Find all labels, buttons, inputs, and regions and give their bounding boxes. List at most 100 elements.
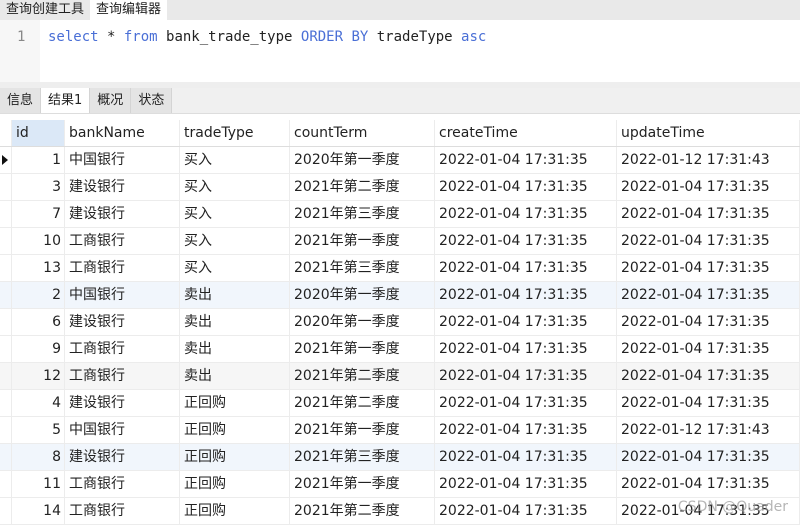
row-indicator[interactable] — [0, 363, 12, 389]
column-header-countTerm[interactable]: countTerm — [290, 120, 435, 146]
cell-tradeType[interactable]: 卖出 — [180, 309, 290, 335]
cell-createTime[interactable]: 2022-01-04 17:31:35 — [435, 255, 617, 281]
table-row[interactable]: 3 建设银行 买入 2021年第二季度 2022-01-04 17:31:35 2022-… — [0, 174, 800, 201]
cell-updateTime[interactable]: 2022-01-04 17:31:35 — [617, 282, 800, 308]
cell-createTime[interactable]: 2022-01-04 17:31:35 — [435, 174, 617, 200]
cell-updateTime[interactable]: 2022-01-04 17:31:35 — [617, 471, 800, 497]
cell-bankName[interactable]: 工商银行 — [65, 336, 180, 362]
cell-tradeType[interactable]: 买入 — [180, 228, 290, 254]
cell-updateTime[interactable]: 2022-01-12 17:31:43 — [617, 417, 800, 443]
table-row[interactable]: 5 中国银行 正回购 2021年第一季度 2022-01-04 17:31:35 2022… — [0, 417, 800, 444]
cell-countTerm[interactable]: 2021年第二季度 — [290, 390, 435, 416]
cell-bankName[interactable]: 建设银行 — [65, 444, 180, 470]
column-header-updateTime[interactable]: updateTime — [617, 120, 800, 146]
cell-bankName[interactable]: 建设银行 — [65, 174, 180, 200]
cell-id[interactable]: 12 — [12, 363, 65, 389]
cell-bankName[interactable]: 中国银行 — [65, 282, 180, 308]
cell-tradeType[interactable]: 正回购 — [180, 417, 290, 443]
cell-countTerm[interactable]: 2020年第一季度 — [290, 282, 435, 308]
column-header-createTime[interactable]: createTime — [435, 120, 617, 146]
cell-id[interactable]: 7 — [12, 201, 65, 227]
cell-createTime[interactable]: 2022-01-04 17:31:35 — [435, 309, 617, 335]
cell-tradeType[interactable]: 正回购 — [180, 498, 290, 524]
column-header-bankName[interactable]: bankName — [65, 120, 180, 146]
cell-countTerm[interactable]: 2021年第二季度 — [290, 363, 435, 389]
cell-countTerm[interactable]: 2021年第一季度 — [290, 471, 435, 497]
cell-bankName[interactable]: 工商银行 — [65, 498, 180, 524]
cell-bankName[interactable]: 工商银行 — [65, 255, 180, 281]
row-indicator[interactable] — [0, 174, 12, 200]
cell-countTerm[interactable]: 2021年第三季度 — [290, 201, 435, 227]
table-row[interactable]: 6 建设银行 卖出 2020年第一季度 2022-01-04 17:31:35 2022-… — [0, 309, 800, 336]
cell-createTime[interactable]: 2022-01-04 17:31:35 — [435, 417, 617, 443]
cell-id[interactable]: 13 — [12, 255, 65, 281]
cell-createTime[interactable]: 2022-01-04 17:31:35 — [435, 336, 617, 362]
cell-updateTime[interactable]: 2022-01-04 17:31:35 — [617, 174, 800, 200]
cell-createTime[interactable]: 2022-01-04 17:31:35 — [435, 444, 617, 470]
cell-countTerm[interactable]: 2021年第一季度 — [290, 417, 435, 443]
cell-countTerm[interactable]: 2020年第一季度 — [290, 147, 435, 173]
table-row[interactable]: 9 工商银行 卖出 2021年第一季度 2022-01-04 17:31:35 2022-… — [0, 336, 800, 363]
cell-updateTime[interactable]: 2022-01-04 17:31:35 — [617, 228, 800, 254]
row-indicator[interactable] — [0, 417, 12, 443]
cell-countTerm[interactable]: 2021年第三季度 — [290, 255, 435, 281]
cell-countTerm[interactable]: 2021年第二季度 — [290, 498, 435, 524]
cell-bankName[interactable]: 工商银行 — [65, 471, 180, 497]
cell-createTime[interactable]: 2022-01-04 17:31:35 — [435, 201, 617, 227]
cell-id[interactable]: 3 — [12, 174, 65, 200]
cell-updateTime[interactable]: 2022-01-04 17:31:35 — [617, 336, 800, 362]
table-row[interactable]: 4 建设银行 正回购 2021年第二季度 2022-01-04 17:31:35 2022… — [0, 390, 800, 417]
table-row[interactable]: 2 中国银行 卖出 2020年第一季度 2022-01-04 17:31:35 2022-… — [0, 282, 800, 309]
cell-bankName[interactable]: 建设银行 — [65, 390, 180, 416]
cell-createTime[interactable]: 2022-01-04 17:31:35 — [435, 282, 617, 308]
cell-updateTime[interactable]: 2022-01-12 17:31:43 — [617, 147, 800, 173]
row-indicator[interactable] — [0, 255, 12, 281]
cell-updateTime[interactable]: 2022-01-04 17:31:35 — [617, 201, 800, 227]
tab-query-builder[interactable]: 查询创建工具 — [0, 0, 90, 20]
cell-bankName[interactable]: 工商银行 — [65, 363, 180, 389]
cell-bankName[interactable]: 建设银行 — [65, 309, 180, 335]
cell-countTerm[interactable]: 2021年第二季度 — [290, 174, 435, 200]
tab-profile[interactable]: 概况 — [90, 88, 132, 113]
cell-id[interactable]: 2 — [12, 282, 65, 308]
row-indicator[interactable] — [0, 336, 12, 362]
cell-tradeType[interactable]: 正回购 — [180, 471, 290, 497]
column-header-id[interactable]: id — [12, 120, 65, 146]
cell-id[interactable]: 11 — [12, 471, 65, 497]
table-row[interactable]: 13 工商银行 买入 2021年第三季度 2022-01-04 17:31:35 2022… — [0, 255, 800, 282]
table-row[interactable]: 11 工商银行 正回购 2021年第一季度 2022-01-04 17:31:35 202… — [0, 471, 800, 498]
cell-countTerm[interactable]: 2021年第一季度 — [290, 336, 435, 362]
row-indicator[interactable] — [0, 390, 12, 416]
cell-id[interactable]: 9 — [12, 336, 65, 362]
cell-createTime[interactable]: 2022-01-04 17:31:35 — [435, 147, 617, 173]
cell-tradeType[interactable]: 买入 — [180, 255, 290, 281]
cell-id[interactable]: 4 — [12, 390, 65, 416]
row-indicator[interactable] — [0, 147, 12, 173]
table-row[interactable]: 10 工商银行 买入 2021年第一季度 2022-01-04 17:31:35 2022… — [0, 228, 800, 255]
cell-id[interactable]: 5 — [12, 417, 65, 443]
cell-createTime[interactable]: 2022-01-04 17:31:35 — [435, 363, 617, 389]
table-row[interactable]: 12 工商银行 卖出 2021年第二季度 2022-01-04 17:31:35 2022… — [0, 363, 800, 390]
cell-updateTime[interactable]: 2022-01-04 17:31:35 — [617, 255, 800, 281]
cell-id[interactable]: 1 — [12, 147, 65, 173]
cell-id[interactable]: 8 — [12, 444, 65, 470]
cell-tradeType[interactable]: 买入 — [180, 201, 290, 227]
row-indicator[interactable] — [0, 498, 12, 524]
cell-updateTime[interactable]: 2022-01-04 17:31:35 — [617, 444, 800, 470]
column-header-tradeType[interactable]: tradeType — [180, 120, 290, 146]
cell-countTerm[interactable]: 2021年第一季度 — [290, 228, 435, 254]
sql-code[interactable]: select * from bank_trade_type ORDER BY t… — [48, 29, 486, 45]
cell-createTime[interactable]: 2022-01-04 17:31:35 — [435, 471, 617, 497]
cell-createTime[interactable]: 2022-01-04 17:31:35 — [435, 228, 617, 254]
cell-id[interactable]: 6 — [12, 309, 65, 335]
tab-query-editor[interactable]: 查询编辑器 — [90, 0, 168, 20]
cell-id[interactable]: 10 — [12, 228, 65, 254]
cell-tradeType[interactable]: 正回购 — [180, 390, 290, 416]
row-indicator[interactable] — [0, 444, 12, 470]
cell-tradeType[interactable]: 卖出 — [180, 282, 290, 308]
table-row[interactable]: 8 建设银行 正回购 2021年第三季度 2022-01-04 17:31:35 2022… — [0, 444, 800, 471]
cell-bankName[interactable]: 工商银行 — [65, 228, 180, 254]
cell-createTime[interactable]: 2022-01-04 17:31:35 — [435, 390, 617, 416]
cell-updateTime[interactable]: 2022-01-04 17:31:35 — [617, 363, 800, 389]
tab-status[interactable]: 状态 — [131, 88, 173, 113]
